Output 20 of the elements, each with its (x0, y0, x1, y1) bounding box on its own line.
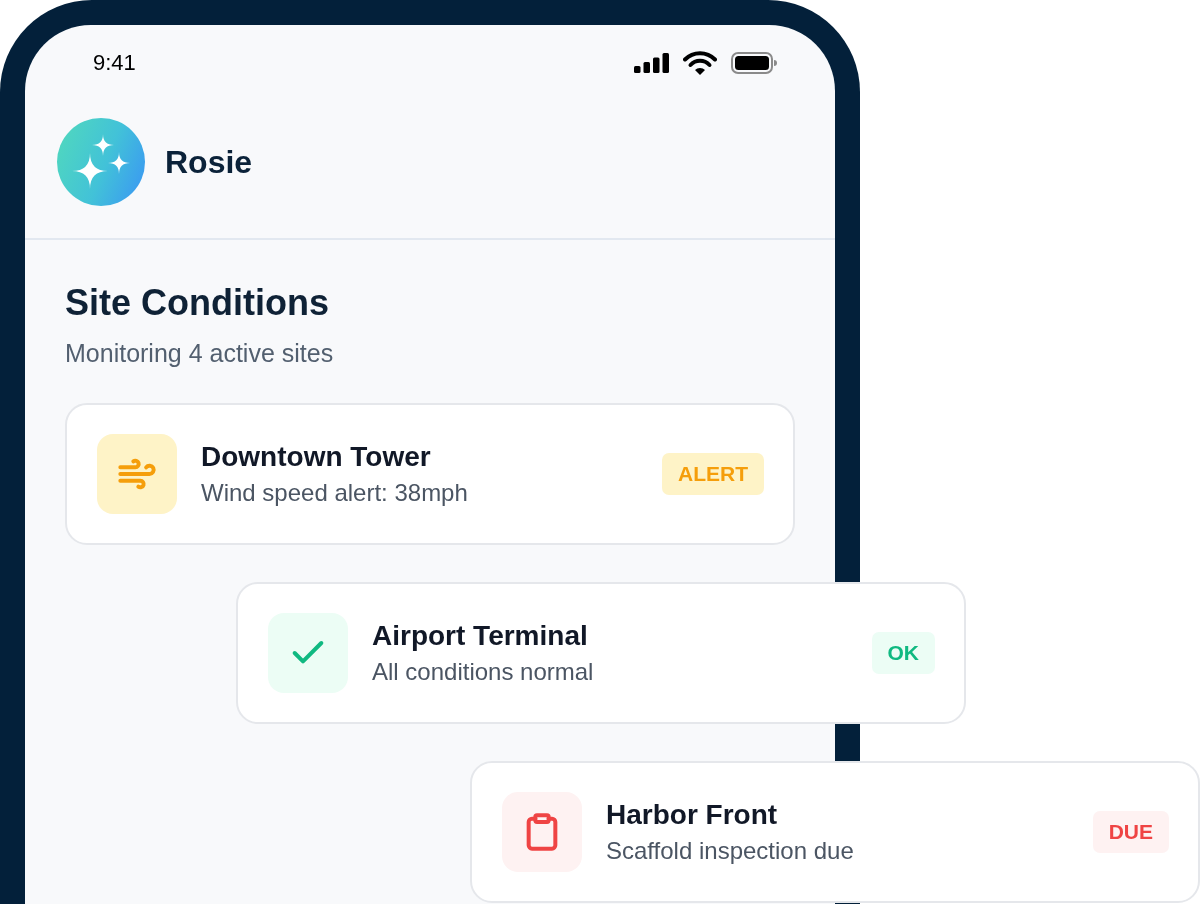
site-name: Airport Terminal (372, 619, 589, 653)
wifi-icon (683, 51, 717, 75)
status-time: 9:41 (93, 49, 136, 77)
status-badge: ALERT (662, 453, 764, 495)
site-name: Downtown Tower (201, 440, 432, 474)
signal-icon (634, 53, 669, 73)
site-name: Harbor Front (606, 798, 779, 832)
check-icon (268, 613, 348, 693)
sparkles-icon (57, 118, 145, 206)
battery-icon (731, 52, 777, 74)
status-badge: DUE (1092, 811, 1169, 853)
section-title: Site Conditions (65, 281, 330, 325)
section-subtitle: Monitoring 4 active sites (65, 338, 335, 369)
site-detail: Wind speed alert: 38mph (201, 478, 469, 508)
status-badge: OK (871, 632, 935, 674)
wind-icon (97, 434, 177, 514)
site-detail: All conditions normal (372, 657, 595, 687)
assistant-name: Rosie (165, 143, 253, 182)
site-detail: Scaffold inspection due (606, 836, 855, 866)
clipboard-icon (502, 792, 582, 872)
